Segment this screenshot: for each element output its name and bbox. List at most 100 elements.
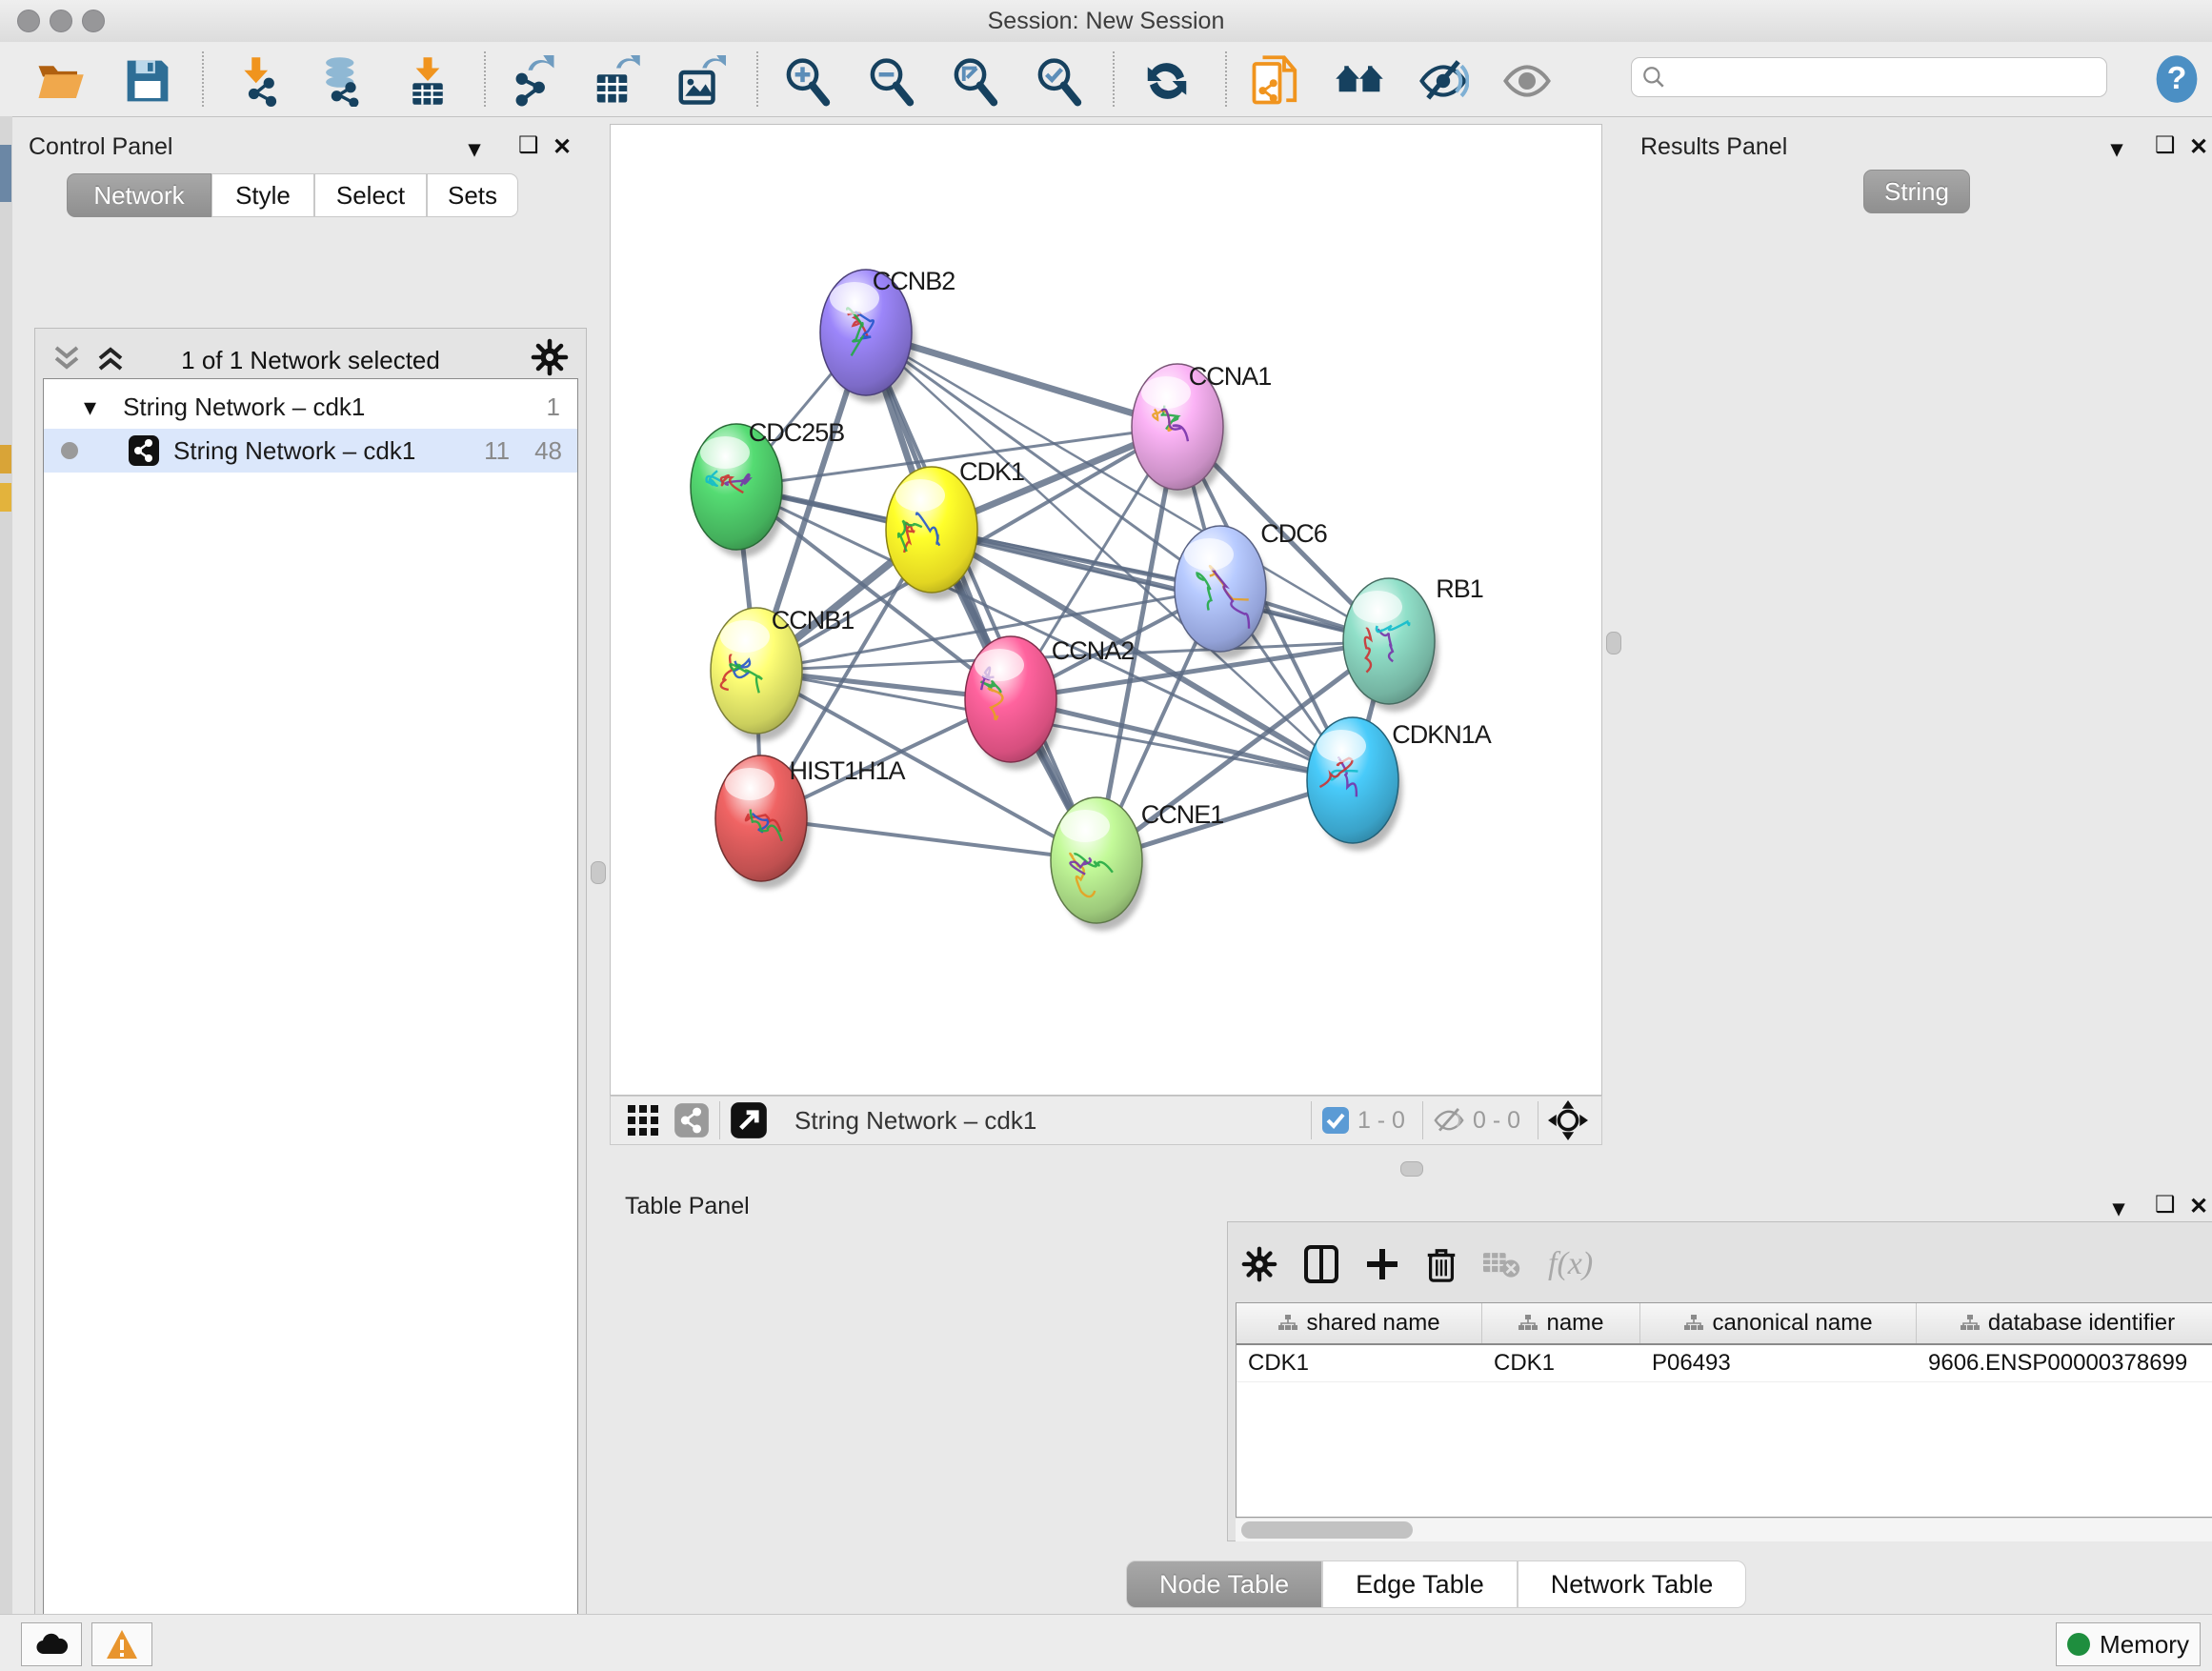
- warnings-button[interactable]: [91, 1622, 152, 1666]
- column-header-shared-name[interactable]: shared name: [1237, 1303, 1482, 1343]
- network-selection-summary: 1 of 1 Network selected: [35, 346, 586, 375]
- table-horizontal-scrollbar[interactable]: [1236, 1518, 2212, 1541]
- save-session-icon[interactable]: [122, 55, 173, 107]
- export-network-icon[interactable]: [507, 55, 558, 107]
- string-home-icon[interactable]: [1334, 55, 1385, 107]
- network-row[interactable]: String Network – cdk1 11 48: [44, 429, 577, 473]
- edge-CCNA2-CDKN1A[interactable]: [1011, 699, 1353, 780]
- create-column-plus-icon[interactable]: [1365, 1247, 1399, 1281]
- table-panel-menu-button[interactable]: ▾: [2113, 1195, 2124, 1222]
- tab-sets[interactable]: Sets: [427, 173, 518, 217]
- cell[interactable]: CDK1: [1237, 1345, 1482, 1381]
- node-label-CDKN1A: CDKN1A: [1392, 720, 1492, 749]
- column-label: name: [1546, 1310, 1603, 1337]
- tab-network-table[interactable]: Network Table: [1518, 1560, 1747, 1608]
- network-graph[interactable]: CCNB2CCNA1CDC25BCDK1CDC6RB1CCNB1CCNA2CDK…: [611, 125, 1601, 1095]
- import-table-file-icon[interactable]: [402, 55, 453, 107]
- search-field[interactable]: [1631, 57, 2107, 97]
- help-icon[interactable]: ?: [2151, 53, 2202, 105]
- title-bar: Session: New Session: [0, 0, 2212, 43]
- column-label: shared name: [1306, 1310, 1439, 1337]
- column-header-canonical-name[interactable]: canonical name: [1640, 1303, 1917, 1343]
- zoom-fit-icon[interactable]: [949, 55, 1000, 107]
- tab-edge-table[interactable]: Edge Table: [1322, 1560, 1518, 1608]
- search-input[interactable]: [1666, 63, 2106, 91]
- toolbar-separator: [756, 51, 758, 107]
- table-tabs: Node Table Edge Table Network Table: [1126, 1560, 1746, 1608]
- tab-style[interactable]: Style: [211, 173, 314, 217]
- network-panel-body: 1 of 1 Network selected ▾ String Network…: [34, 328, 587, 1671]
- node-label-CCNB2: CCNB2: [873, 267, 955, 295]
- cloud-status-button[interactable]: [21, 1622, 82, 1666]
- network-node-CDKN1A[interactable]: [1307, 717, 1402, 851]
- toolbar-separator: [484, 51, 486, 107]
- grid-view-icon[interactable]: [626, 1103, 660, 1137]
- network-options-gear-icon[interactable]: [531, 338, 569, 376]
- delete-table-icon[interactable]: [1483, 1249, 1521, 1279]
- table-row[interactable]: CDK1CDK1P064939606.ENSP00000378699cyclin…: [1237, 1345, 2212, 1382]
- right-splitter-handle[interactable]: [1606, 632, 1621, 654]
- import-network-database-icon[interactable]: [316, 55, 368, 107]
- results-panel-menu-button[interactable]: ▾: [2111, 135, 2122, 163]
- zoom-selected-icon[interactable]: [1033, 55, 1084, 107]
- duplicate-network-icon[interactable]: [1250, 55, 1301, 107]
- column-label: database identifier: [1988, 1310, 2175, 1337]
- column-tree-icon: [1683, 1314, 1704, 1333]
- table-panel-body: f(x) shared name name canonical name databa…: [1227, 1221, 2212, 1541]
- function-builder-icon[interactable]: f(x): [1548, 1246, 1593, 1282]
- network-share-view-icon[interactable]: [674, 1102, 710, 1138]
- background-chip: [0, 145, 11, 202]
- tab-select[interactable]: Select: [314, 173, 427, 217]
- collection-expand-arrow-icon[interactable]: ▾: [84, 393, 96, 422]
- memory-status-dot: [2067, 1633, 2090, 1656]
- show-columns-icon[interactable]: [1304, 1245, 1338, 1283]
- cell[interactable]: 9606.ENSP00000378699: [1917, 1345, 2212, 1381]
- cell[interactable]: CDK1: [1482, 1345, 1640, 1381]
- memory-button[interactable]: Memory: [2056, 1622, 2201, 1666]
- node-label-CDK1: CDK1: [959, 457, 1024, 486]
- zoom-in-icon[interactable]: [781, 55, 833, 107]
- network-canvas[interactable]: CCNB2CCNA1CDC25BCDK1CDC6RB1CCNB1CCNA2CDK…: [610, 124, 1602, 1096]
- horizontal-splitter-handle[interactable]: [1400, 1161, 1423, 1177]
- export-image-icon[interactable]: [674, 55, 726, 107]
- refresh-icon[interactable]: [1141, 55, 1193, 107]
- hidden-eye-icon[interactable]: [1433, 1106, 1465, 1135]
- results-panel-close-button[interactable]: ✕: [2189, 133, 2208, 161]
- column-label: canonical name: [1712, 1310, 1872, 1337]
- network-collection-row[interactable]: ▾ String Network – cdk1 1: [44, 385, 577, 429]
- fit-selected-crosshair-icon[interactable]: [1548, 1100, 1588, 1140]
- export-table-icon[interactable]: [591, 55, 642, 107]
- zoom-out-icon[interactable]: [865, 55, 916, 107]
- table-options-gear-icon[interactable]: [1241, 1246, 1277, 1282]
- birdseye-view-icon[interactable]: [730, 1101, 768, 1139]
- column-header-name[interactable]: name: [1482, 1303, 1640, 1343]
- open-session-icon[interactable]: [34, 55, 86, 107]
- scrollbar-thumb[interactable]: [1241, 1521, 1413, 1539]
- network-node-RB1[interactable]: [1343, 578, 1438, 712]
- delete-column-trash-icon[interactable]: [1426, 1246, 1457, 1282]
- tab-node-table[interactable]: Node Table: [1126, 1560, 1322, 1608]
- left-splitter-handle[interactable]: [591, 861, 606, 884]
- network-node-CDC6[interactable]: [1175, 526, 1270, 659]
- results-panel-float-button[interactable]: ❑: [2155, 131, 2176, 159]
- status-bar: Memory: [0, 1614, 2212, 1671]
- tab-string[interactable]: String: [1863, 170, 1970, 213]
- column-header-database-identifier[interactable]: database identifier: [1917, 1303, 2212, 1343]
- table-panel-float-button[interactable]: ❑: [2155, 1191, 2176, 1218]
- hide-unhide-icon[interactable]: [1418, 55, 1469, 107]
- cell[interactable]: P06493: [1640, 1345, 1917, 1381]
- node-table[interactable]: shared name name canonical name database id…: [1236, 1302, 2212, 1518]
- selected-count: 1 - 0: [1357, 1107, 1405, 1135]
- control-panel-float-button[interactable]: ❑: [518, 131, 539, 159]
- show-hide-panel-eye-icon[interactable]: [1501, 55, 1553, 107]
- table-panel-close-button[interactable]: ✕: [2189, 1193, 2208, 1220]
- network-node-CCNE1[interactable]: [1051, 797, 1146, 931]
- toolbar-separator: [1422, 1101, 1423, 1139]
- import-network-file-icon[interactable]: [232, 55, 284, 107]
- control-panel-close-button[interactable]: ✕: [553, 133, 572, 161]
- edge-HIST1H1A-CCNE1[interactable]: [761, 818, 1096, 860]
- svg-text:?: ?: [2167, 60, 2187, 96]
- selected-checkbox-icon[interactable]: [1321, 1106, 1350, 1135]
- control-panel-menu-button[interactable]: ▾: [469, 135, 480, 163]
- tab-network[interactable]: Network: [67, 173, 211, 217]
